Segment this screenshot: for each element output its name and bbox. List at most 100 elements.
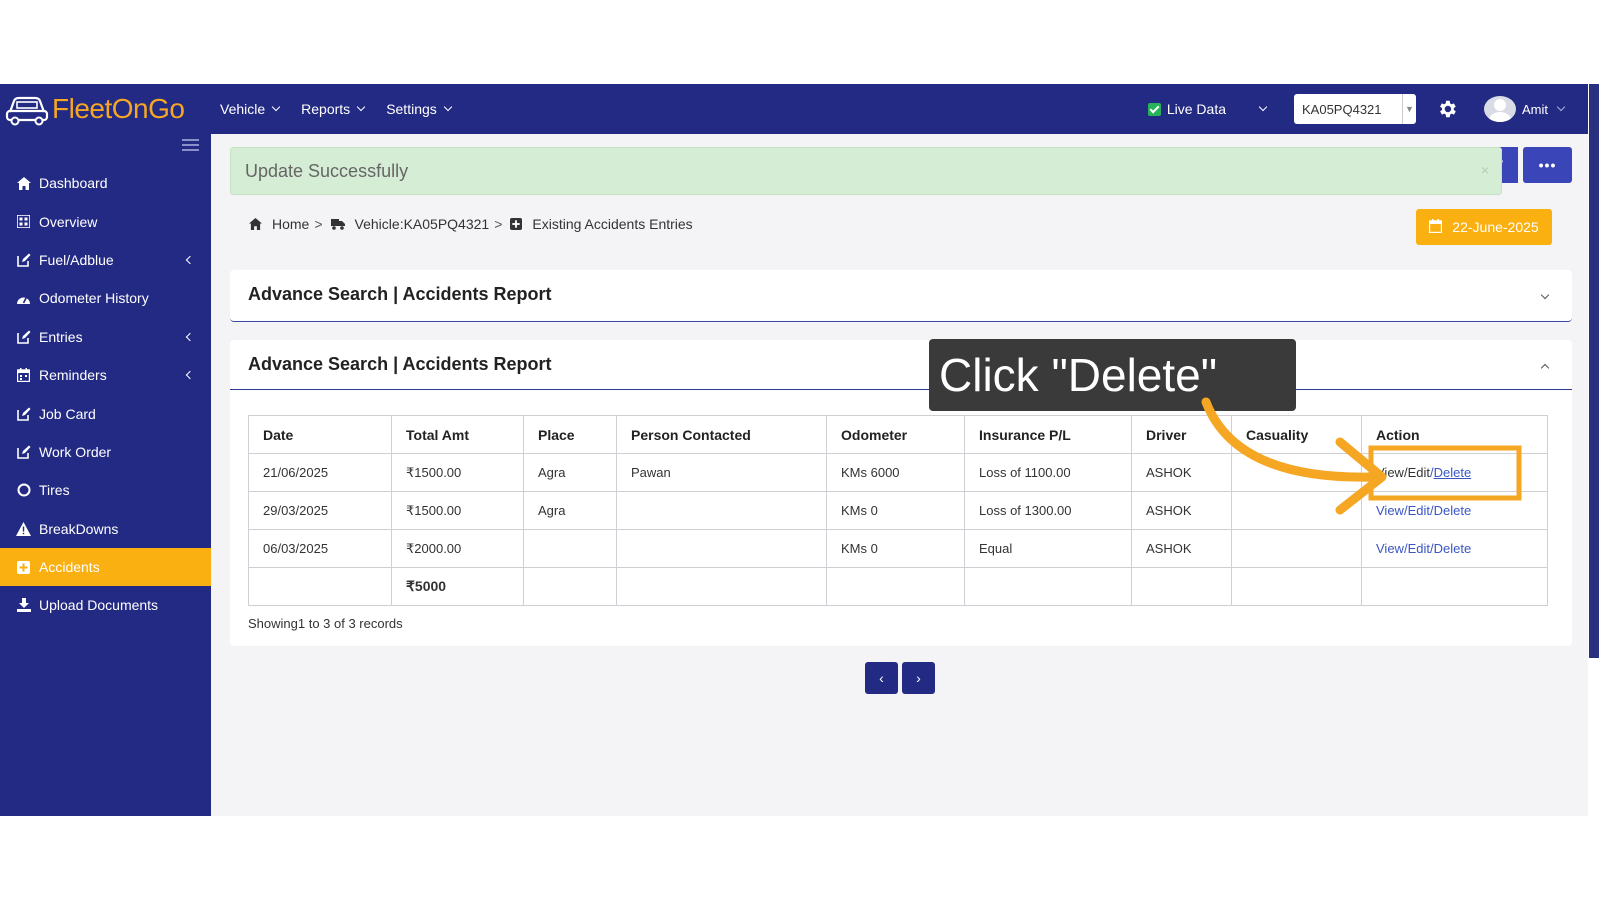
- cell-casuality: [1231, 529, 1362, 568]
- cell-date: 06/03/2025: [248, 529, 392, 568]
- column-header[interactable]: Person Contacted: [616, 415, 827, 454]
- callout-text: Click "Delete": [939, 349, 1218, 401]
- panel-title: Advance Search | Accidents Report: [248, 284, 552, 304]
- chevron-down-icon: [271, 102, 281, 112]
- edit-link[interactable]: Edit: [1408, 541, 1430, 556]
- gear-icon[interactable]: [1436, 98, 1458, 120]
- nav-menu-label: Reports: [301, 101, 351, 117]
- sidebar-item-upload-documents[interactable]: Upload Documents: [0, 586, 211, 624]
- page-scrollbar[interactable]: [1588, 84, 1600, 816]
- sidebar-item-breakdowns[interactable]: BreakDowns: [0, 510, 211, 548]
- breadcrumb-vehicle[interactable]: Vehicle:KA05PQ4321: [355, 216, 490, 232]
- plus-square-icon: [510, 218, 523, 230]
- hamburger-icon[interactable]: [182, 139, 199, 154]
- delete-link[interactable]: Delete: [1434, 465, 1472, 480]
- live-data-toggle[interactable]: Live Data: [1147, 101, 1226, 117]
- calendar-icon: [16, 368, 31, 383]
- view-link[interactable]: View: [1376, 503, 1404, 518]
- pagination: ‹ ›: [865, 662, 935, 694]
- chevron-up-icon[interactable]: [1540, 363, 1550, 373]
- chevron-left-icon: [185, 255, 195, 265]
- cell-amount: ₹2000.00: [391, 529, 524, 568]
- cell-empty: [616, 567, 827, 606]
- column-header[interactable]: Odometer: [826, 415, 965, 454]
- cell-driver: ASHOK: [1131, 529, 1232, 568]
- nav-menu-settings[interactable]: Settings: [386, 101, 453, 117]
- date-button[interactable]: 22-June-2025: [1416, 209, 1552, 245]
- brand-logo[interactable]: FleetOnGo: [0, 92, 208, 126]
- cell-empty: [1231, 567, 1362, 606]
- navbar-right: Live Data KA05PQ4321 ▼ Amit: [1147, 84, 1588, 134]
- view-link[interactable]: View: [1376, 541, 1404, 556]
- chevron-down-icon[interactable]: [1258, 102, 1268, 112]
- sidebar-item-accidents[interactable]: Accidents: [0, 547, 211, 587]
- column-header[interactable]: Action: [1361, 415, 1548, 454]
- edit-link[interactable]: Edit: [1408, 465, 1430, 480]
- user-name: Amit: [1522, 101, 1548, 117]
- nav-menu-vehicle[interactable]: Vehicle: [220, 101, 281, 117]
- advance-search-panel-collapsed[interactable]: Advance Search | Accidents Report: [230, 270, 1572, 322]
- alert-message: Update Successfully: [245, 160, 409, 181]
- column-header[interactable]: Casuality: [1231, 415, 1362, 454]
- cell-person: [616, 491, 827, 530]
- checkbox-checked-icon[interactable]: [1147, 102, 1161, 116]
- caret-down-icon[interactable]: ▼: [1402, 94, 1416, 124]
- sidebar-menu: Dashboard Overview Fuel/Adblue Odometer …: [0, 164, 211, 625]
- sidebar-item-overview[interactable]: Overview: [0, 202, 211, 240]
- panel-header[interactable]: Advance Search | Accidents Report: [230, 340, 1572, 390]
- column-header[interactable]: Total Amt: [391, 415, 524, 454]
- sidebar-item-reminders[interactable]: Reminders: [0, 356, 211, 394]
- breadcrumb-separator: >: [314, 216, 323, 232]
- column-header[interactable]: Place: [523, 415, 617, 454]
- next-page-button[interactable]: ›: [902, 662, 935, 694]
- vehicle-select[interactable]: KA05PQ4321 ▼: [1294, 94, 1416, 124]
- column-header[interactable]: Driver: [1131, 415, 1232, 454]
- calendar-icon: [1429, 218, 1443, 236]
- cell-driver: ASHOK: [1131, 491, 1232, 530]
- cell-date: 29/03/2025: [248, 491, 392, 530]
- breadcrumb-home[interactable]: Home: [272, 216, 309, 232]
- chevron-down-icon[interactable]: [1540, 290, 1550, 300]
- nav-menu-reports[interactable]: Reports: [301, 101, 366, 117]
- cell-place: Agra: [523, 491, 617, 530]
- delete-link[interactable]: Delete: [1434, 503, 1472, 518]
- chevron-left-icon: [185, 370, 195, 380]
- sidebar-item-fuel-adblue[interactable]: Fuel/Adblue: [0, 241, 211, 279]
- edit-icon: [16, 330, 31, 344]
- cell-empty: [248, 567, 392, 606]
- delete-link[interactable]: Delete: [1434, 541, 1472, 556]
- sidebar-item-entries[interactable]: Entries: [0, 318, 211, 356]
- sidebar-item-label: Overview: [39, 213, 98, 230]
- edit-icon: [16, 253, 31, 267]
- cell-odometer: KMs 0: [826, 529, 965, 568]
- edit-link[interactable]: Edit: [1408, 503, 1430, 518]
- sidebar-item-tires[interactable]: Tires: [0, 471, 211, 509]
- column-header[interactable]: Insurance P/L: [964, 415, 1132, 454]
- prev-page-button[interactable]: ‹: [865, 662, 898, 694]
- sidebar-item-job-card[interactable]: Job Card: [0, 394, 211, 432]
- cell-insurance: Loss of 1300.00: [964, 491, 1132, 530]
- more-options-button[interactable]: •••: [1523, 147, 1572, 183]
- scrollbar-thumb[interactable]: [1589, 84, 1599, 658]
- main-content: y ••• Update Successfully × Home > Vehic…: [211, 134, 1576, 816]
- cell-date: 21/06/2025: [248, 453, 392, 492]
- cell-person: [616, 529, 827, 568]
- close-icon[interactable]: ×: [1481, 162, 1489, 178]
- view-link[interactable]: View: [1376, 465, 1404, 480]
- cell-casuality: [1231, 453, 1362, 492]
- cell-empty: [523, 567, 617, 606]
- sidebar-item-odometer-history[interactable]: Odometer History: [0, 279, 211, 317]
- sidebar-item-label: Reminders: [39, 367, 107, 384]
- chevron-down-icon: [443, 102, 453, 112]
- table-row: 21/06/2025 ₹1500.00 Agra Pawan KMs 6000 …: [248, 453, 1548, 492]
- app-frame: FleetOnGo Vehicle Reports Settings Live …: [0, 84, 1600, 816]
- sidebar-item-dashboard[interactable]: Dashboard: [0, 164, 211, 202]
- cell-place: [523, 529, 617, 568]
- panel-title: Advance Search | Accidents Report: [248, 354, 552, 374]
- user-menu[interactable]: Amit: [1484, 96, 1566, 122]
- cell-empty: [826, 567, 965, 606]
- sidebar-item-work-order[interactable]: Work Order: [0, 433, 211, 471]
- plus-square-icon: [16, 560, 31, 574]
- avatar: [1484, 96, 1516, 122]
- column-header[interactable]: Date: [248, 415, 392, 454]
